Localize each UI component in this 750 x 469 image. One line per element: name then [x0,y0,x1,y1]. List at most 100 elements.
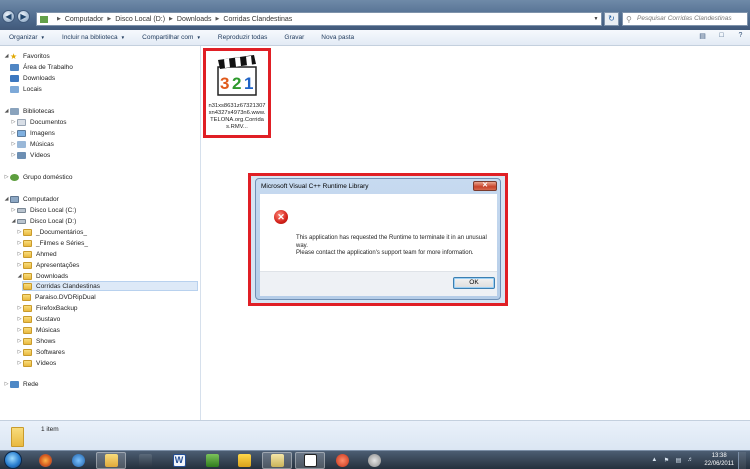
taskbar-media-player-classic[interactable] [295,452,325,469]
nav-recent-places[interactable]: Locais [10,84,42,94]
play-all-button[interactable]: Reproduzir todas [218,34,268,41]
tray-arrow-icon[interactable]: ▲ [650,457,658,465]
expand-icon[interactable]: ▷ [16,251,23,257]
navigation-pane: ◢ ★ Favoritos Área de Trabalho Downloads L… [0,46,201,420]
breadcrumb-disk-d[interactable]: Disco Local (D:) [115,16,165,23]
nav-desktop[interactable]: Área de Trabalho [10,62,73,72]
nav-folder-selected[interactable]: Corridas Clandestinas [22,281,198,291]
taskbar-excel[interactable] [197,452,227,469]
file-name-label: n31xs8631z67321307xn4327x4973n6.www.TELO… [208,103,266,130]
help-icon[interactable]: ? [735,32,746,42]
images-icon [17,129,26,137]
share-menu[interactable]: Compartilhar com ▼ [142,34,201,41]
nav-disk-c[interactable]: ▷ Disco Local (C:) [10,205,77,215]
expand-icon[interactable]: ▷ [16,316,23,322]
expand-icon[interactable]: ▷ [10,152,17,158]
nav-folder-label: Shows [36,337,56,345]
taskbar-app[interactable] [262,452,292,469]
expand-icon[interactable]: ▷ [10,141,17,147]
address-bar[interactable]: ▶ Computador ▶ Disco Local (D:) ▶ Downlo… [36,12,602,26]
taskbar-app[interactable] [359,452,389,469]
ok-button[interactable]: OK [453,277,495,289]
nav-folder[interactable]: ▷ _Filmes e Séries_ [16,238,88,248]
taskbar-app[interactable] [130,452,160,469]
error-icon: ✕ [274,210,288,224]
nav-homegroup[interactable]: ▷ Grupo doméstico [3,172,73,182]
taskbar-media-player[interactable] [63,452,93,469]
nav-folder[interactable]: ▷ Shows [16,336,56,346]
nav-folder[interactable]: ▷ Ahmed [16,249,57,259]
expand-icon[interactable]: ▷ [16,305,23,311]
chevron-down-icon[interactable]: ▼ [591,16,601,22]
nav-folder[interactable]: ▷ Apresentações [16,260,79,270]
collapse-icon[interactable]: ◢ [3,196,10,202]
nav-folder[interactable]: ▷ _Documentários_ [16,227,87,237]
expand-icon[interactable]: ▷ [16,360,23,366]
command-bar: Organizar ▼ Incluir na biblioteca ▼ Compar… [0,30,750,46]
include-library-menu[interactable]: Incluir na biblioteca ▼ [62,34,125,41]
expand-icon[interactable]: ▷ [3,381,10,387]
expand-icon[interactable]: ▷ [16,262,23,268]
clock[interactable]: 13:38 22/06/2011 [704,453,734,468]
expand-icon[interactable]: ▷ [16,229,23,235]
expand-icon[interactable]: ▷ [3,174,10,180]
folder-icon [23,261,32,269]
organize-menu[interactable]: Organizar ▼ [9,34,45,41]
volume-icon[interactable]: ♬ [686,457,694,465]
nav-folder-downloads[interactable]: ◢ Downloads [16,271,68,281]
forward-button[interactable]: ▶ [17,10,30,23]
taskbar-explorer[interactable] [96,452,126,469]
nav-videos[interactable]: ▷ Vídeos [10,150,50,160]
show-desktop-button[interactable] [738,452,746,469]
expand-icon[interactable]: ▷ [10,119,17,125]
taskbar-app[interactable] [229,452,259,469]
expand-icon[interactable]: ▷ [16,349,23,355]
details-pane: 1 item [0,420,750,450]
expand-icon[interactable]: ▷ [10,207,17,213]
breadcrumb-downloads[interactable]: Downloads [177,16,212,23]
new-folder-button[interactable]: Nova pasta [321,34,354,41]
nav-folder[interactable]: ▷ Vídeos [16,358,56,368]
nav-images[interactable]: ▷ Imagens [10,128,55,138]
back-button[interactable]: ◀ [2,10,15,23]
expand-icon[interactable]: ▷ [16,327,23,333]
nav-favorites[interactable]: ◢ ★ Favoritos [3,51,50,61]
nav-computer[interactable]: ◢ Computador [3,194,59,204]
collapse-icon[interactable]: ◢ [3,108,10,114]
nav-downloads[interactable]: Downloads [10,73,55,83]
expand-icon[interactable]: ▷ [16,240,23,246]
nav-folder[interactable]: ▷ Softwares [16,347,65,357]
preview-pane-icon[interactable]: □ [716,32,727,42]
collapse-icon[interactable]: ◢ [3,53,10,59]
nav-network[interactable]: ▷ Rede [3,379,39,389]
nav-folder-label: Corridas Clandestinas [36,282,100,290]
runtime-error-dialog: Microsoft Visual C++ Runtime Library ✕ ✕… [255,178,501,300]
flag-icon[interactable]: ⚑ [662,457,670,465]
network-icon[interactable]: ▤ [674,457,682,465]
collapse-icon[interactable]: ◢ [10,218,17,224]
taskbar-firefox[interactable] [30,452,60,469]
nav-documents[interactable]: ▷ Documentos [10,117,67,127]
burn-button[interactable]: Gravar [284,34,304,41]
taskbar-app[interactable] [327,452,357,469]
close-button[interactable]: ✕ [473,181,497,191]
breadcrumb-current[interactable]: Corridas Clandestinas [223,16,292,23]
search-input[interactable]: ⚲ Pesquisar Corridas Clandestinas [622,12,748,26]
refresh-button[interactable]: ↻ [604,12,619,26]
taskbar-word[interactable]: W [164,452,194,469]
breadcrumb-computer[interactable]: Computador [65,16,104,23]
view-options-icon[interactable]: ▤ [697,32,708,42]
start-button[interactable] [4,451,22,469]
expand-icon[interactable]: ▷ [10,130,17,136]
nav-folder[interactable]: ▷ Gustavo [16,314,60,324]
nav-folder[interactable]: ▷ FirefoxBackup [16,303,78,313]
nav-libraries[interactable]: ◢ Bibliotecas [3,106,54,116]
nav-music[interactable]: ▷ Músicas [10,139,54,149]
dialog-message-line2: Please contact the application's support… [296,250,474,256]
expand-icon[interactable]: ▷ [16,338,23,344]
nav-disk-d[interactable]: ◢ Disco Local (D:) [10,216,77,226]
nav-folder[interactable]: Paraiso.DVDRipDual [22,292,96,302]
file-item[interactable]: 3 2 1 n31xs8631z67321307xn4327x4973n6.ww… [203,48,271,138]
nav-folder[interactable]: ▷ Músicas [16,325,60,335]
collapse-icon[interactable]: ◢ [16,273,23,279]
